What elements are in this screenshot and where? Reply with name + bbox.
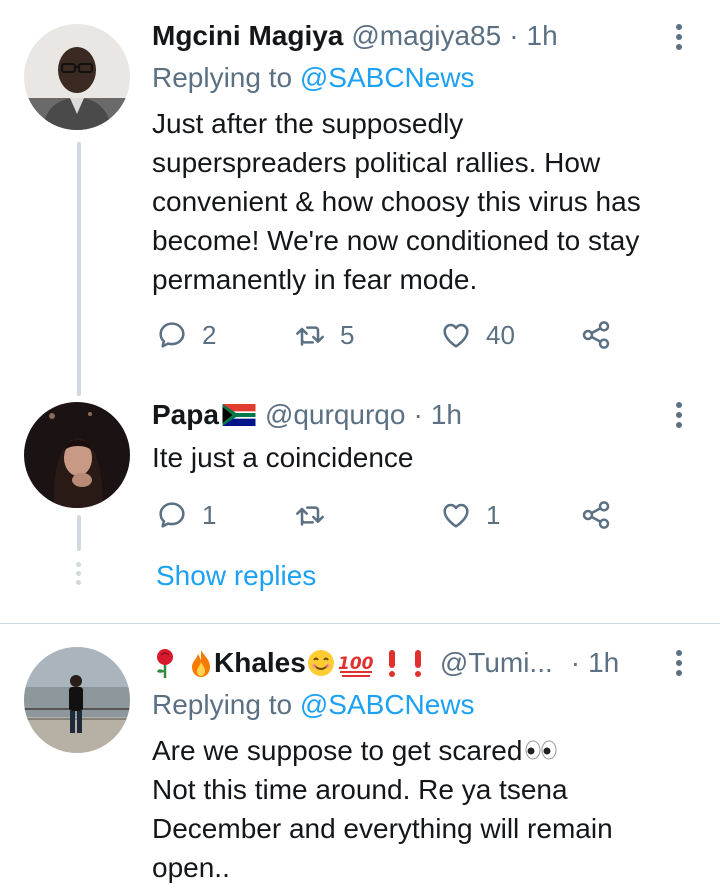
avatar-khales[interactable] [24,647,130,753]
avatar-papa[interactable] [24,402,130,508]
tweet-1-name[interactable]: Mgcini Magiya [152,18,343,54]
tweet-2-line: Ite just a coincidence [152,442,414,473]
share-icon [582,321,610,349]
tweet-3-line: Are we suppose to get scared [152,731,692,770]
tweet-1-handle[interactable]: @magiya85 [351,18,501,54]
share-button[interactable] [580,315,612,355]
tweet-2-header: Papa @qurqurqo · 1h [152,397,462,433]
thread-line-bottom [77,515,81,551]
tweet-3-line-text: Are we suppose to get scared [152,735,523,766]
like-button[interactable]: 1 [440,495,500,535]
tweet-divider [0,623,720,624]
reply-button[interactable]: 1 [156,495,216,535]
tweet-3-handle[interactable]: @Tumi... [440,645,553,681]
retweet-icon [296,326,324,346]
tweet-3-header: Khales 100 @Tumi... · 1h [152,645,619,681]
reply-icon [159,322,185,348]
tweet-3-line: December and everything will remain [152,813,613,844]
tweet-1-replying-to: Replying to @SABCNews [152,60,475,96]
tweet-3-replying-to: Replying to @SABCNews [152,687,475,723]
mention-link[interactable]: @SABCNews [300,62,475,93]
avatar-mgcini[interactable] [24,24,130,130]
reply-count: 1 [202,499,217,530]
tweet-2-time[interactable]: 1h [431,397,462,433]
fire-icon [192,650,210,677]
tweet-3-name[interactable]: Khales [214,645,306,681]
tweet-2-more-icon[interactable] [676,402,684,428]
retweet-button[interactable]: 5 [294,315,354,355]
tweet-1-line: convenient & how choosy this virus has [152,186,641,217]
tweet-1-actions: 2 5 40 [152,315,622,355]
tweet-2-name[interactable]: Papa [152,397,219,433]
reply-button[interactable]: 2 [156,315,216,355]
flag-za-icon [222,404,256,426]
tweet-1-header: Mgcini Magiya @magiya85 · 1h [152,18,558,54]
tweet-1-line: permanently in fear mode. [152,264,478,295]
rose-icon [157,649,173,678]
retweet-icon [296,506,324,526]
tweet-1-line: become! We're now conditioned to stay [152,225,640,256]
like-icon [443,323,469,348]
tweet-3-separator: · [570,647,581,678]
share-icon [582,501,610,529]
hundred-icon: 100 [338,654,373,677]
thread-line-top [77,142,81,396]
replying-prefix: Replying to [152,62,293,93]
thread-continuation-dots [76,562,82,585]
tweet-3-line: open.. [152,852,230,883]
tweet-1-line: superspreaders political rallies. How [152,147,601,178]
like-count: 40 [486,319,515,350]
retweet-button[interactable] [294,495,326,535]
replying-prefix: Replying to [152,689,293,720]
mention-link[interactable]: @SABCNews [300,689,475,720]
show-replies-link[interactable]: Show replies [156,558,316,594]
share-button[interactable] [580,495,612,535]
tweet-1-more-icon[interactable] [676,24,684,50]
tweet-2-actions: 1 1 [152,495,622,535]
eyes-icon [525,740,557,760]
tweet-2-handle[interactable]: @qurqurqo [265,397,406,433]
tweet-3-more-icon[interactable] [676,650,684,676]
tweet-1-body: Just after the supposedly superspreaders… [152,104,692,299]
tweet-1-time[interactable]: 1h [527,18,558,54]
reply-icon [159,502,185,528]
retweet-count: 5 [340,319,355,350]
tweet-3-time[interactable]: 1h [588,645,619,681]
tweet-2-separator: · [413,399,423,430]
smile-icon [307,650,334,676]
exclamation-icon [414,650,421,677]
tweet-2-body: Ite just a coincidence [152,438,692,477]
tweet-3-line: Not this time around. Re ya tsena [152,774,568,805]
reply-count: 2 [202,319,217,350]
exclamation-icon [388,650,395,677]
like-count: 1 [486,499,501,530]
tweet-3-body: Are we suppose to get scared Not this ti… [152,731,692,887]
tweet-1-line: Just after the supposedly [152,108,464,139]
tweet-1-separator: · [509,20,519,51]
like-icon [443,503,469,528]
like-button[interactable]: 40 [440,315,515,355]
